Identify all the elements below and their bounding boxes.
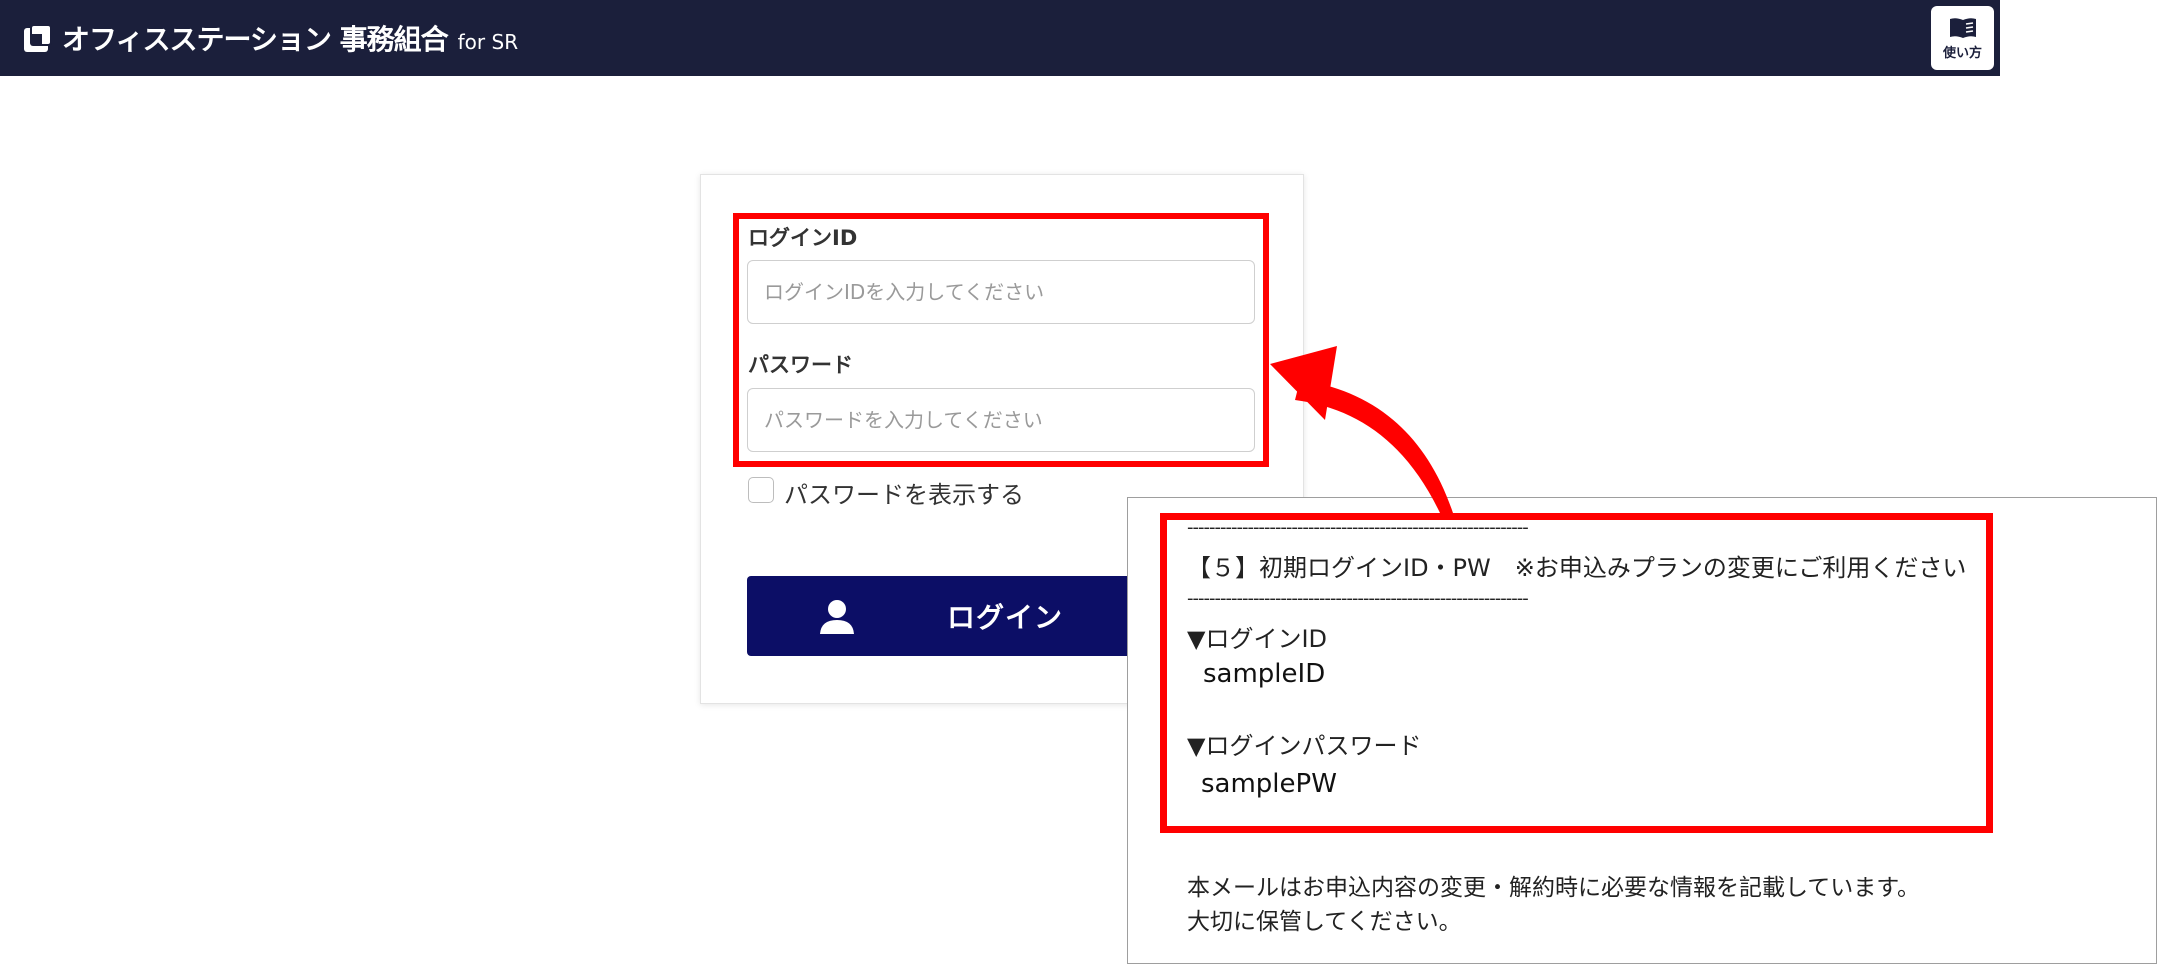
login-id-input[interactable] (747, 260, 1255, 324)
email-note-line-1: 本メールはお申込内容の変更・解約時に必要な情報を記載しています。 (1187, 875, 1921, 901)
app-header: オフィスステーション 事務組合 for SR 使い方 (0, 0, 2000, 76)
user-icon (820, 600, 854, 634)
brand-sub-text: for SR (457, 30, 519, 54)
login-id-label: ログインID (748, 226, 858, 250)
email-id-heading: ▼ログインID (1187, 625, 1328, 653)
show-password-checkbox[interactable] (748, 477, 774, 503)
password-label: パスワード (748, 353, 853, 377)
email-pw-heading: ▼ログインパスワード (1187, 732, 1422, 760)
brand-title[interactable]: オフィスステーション 事務組合 for SR (62, 18, 518, 58)
email-id-value: sampleID (1203, 659, 1326, 689)
help-button-label: 使い方 (1942, 45, 1982, 61)
email-divider-bottom: ----------------------------------------… (1187, 588, 1529, 609)
login-button-label: ログイン (947, 601, 1064, 634)
book-icon (1949, 17, 1976, 38)
email-section-heading: 【５】初期ログインID・PW ※お申込みプランの変更にご利用ください (1187, 554, 1967, 582)
email-note-line-2: 大切に保管してください。 (1187, 909, 1462, 935)
office-station-logo-icon (24, 24, 52, 52)
email-divider-top: ----------------------------------------… (1187, 517, 1529, 538)
email-pw-value: samplePW (1201, 769, 1337, 799)
password-input[interactable] (747, 388, 1255, 452)
brand-main-text: オフィスステーション 事務組合 (62, 23, 449, 56)
show-password-label[interactable]: パスワードを表示する (784, 475, 1024, 510)
help-manual-button[interactable]: 使い方 (1931, 6, 1994, 70)
